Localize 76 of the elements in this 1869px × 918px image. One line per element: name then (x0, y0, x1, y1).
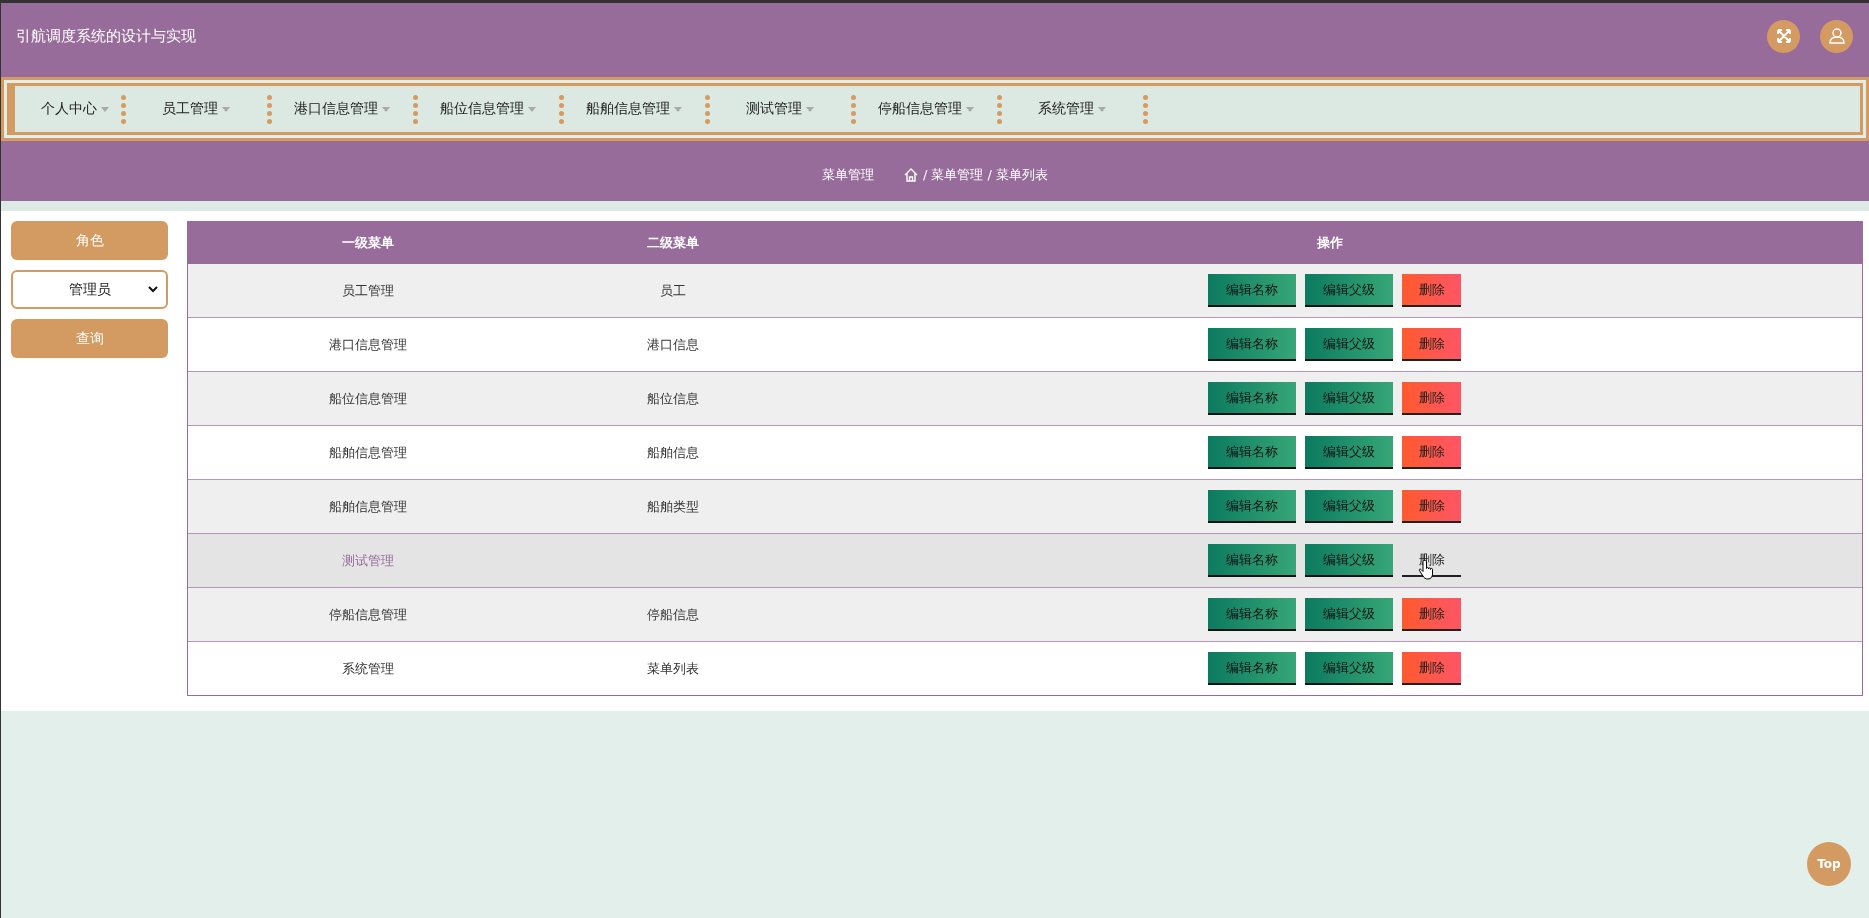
edit-name-button[interactable]: 编辑名称 (1208, 598, 1296, 631)
table-cell-text: 测试管理 (341, 551, 395, 570)
separator-dots-icon (412, 94, 418, 124)
edit-parent-button[interactable]: 编辑父级 (1305, 274, 1393, 307)
nav-item[interactable]: 测试管理 (746, 100, 814, 118)
table-cell-text: 员工管理 (341, 281, 395, 300)
breadcrumb-path: / 菜单管理 / 菜单列表 (922, 166, 1049, 184)
page-title: 菜单管理 (821, 166, 874, 184)
separator-dots-icon (850, 94, 856, 124)
table-cell-text: 停船信息管理 (328, 605, 408, 624)
delete-button[interactable]: 删除 (1402, 382, 1461, 415)
nav-item[interactable]: 系统管理 (1038, 100, 1106, 118)
nav-item[interactable]: 停船信息管理 (878, 100, 974, 118)
caret-icon (528, 106, 536, 112)
caret-icon (382, 106, 390, 112)
nav-item[interactable]: 船舶信息管理 (586, 100, 682, 118)
table-cell-text: 港口信息管理 (328, 335, 408, 354)
chevron-down-icon (148, 286, 158, 293)
edit-parent-button[interactable]: 编辑父级 (1305, 652, 1393, 685)
table-cell-text: 船舶类型 (646, 497, 700, 516)
caret-icon (222, 106, 230, 112)
edit-name-button[interactable]: 编辑名称 (1208, 328, 1296, 361)
role-label: 角色 (11, 221, 168, 260)
edit-name-button[interactable]: 编辑名称 (1208, 382, 1296, 415)
fullscreen-button[interactable] (1767, 19, 1800, 53)
table-cell-text: 船舶信息 (646, 443, 700, 462)
user-button[interactable] (1820, 19, 1853, 53)
edit-parent-button[interactable]: 编辑父级 (1305, 544, 1393, 577)
user-icon (1827, 27, 1846, 45)
separator-dots-icon (558, 94, 564, 124)
separator-dots-icon (996, 94, 1002, 124)
edit-name-button[interactable]: 编辑名称 (1208, 274, 1296, 307)
table-cell-text: 船舶信息管理 (328, 497, 408, 516)
table-cell-text: 船位信息 (646, 389, 700, 408)
edit-name-button[interactable]: 编辑名称 (1208, 436, 1296, 469)
edit-name-button[interactable]: 编辑名称 (1208, 652, 1296, 685)
table-cell-text: 菜单列表 (646, 659, 700, 678)
delete-button[interactable]: 删除 (1402, 490, 1461, 523)
nav-item[interactable]: 个人中心 (41, 100, 109, 118)
delete-button[interactable]: 删除 (1402, 328, 1461, 361)
caret-icon (1098, 106, 1106, 112)
table-cell-text: 系统管理 (341, 659, 395, 678)
app-title: 引航调度系统的设计与实现 (16, 26, 196, 46)
separator-dots-icon (704, 94, 710, 124)
caret-icon (966, 106, 974, 112)
edit-name-button[interactable]: 编辑名称 (1208, 490, 1296, 523)
separator-dots-icon (266, 94, 272, 124)
table-cell-text: 港口信息 (646, 335, 700, 354)
delete-button[interactable]: 删除 (1402, 652, 1461, 685)
edit-name-button[interactable]: 编辑名称 (1208, 544, 1296, 577)
table-cell-text: 员工 (659, 281, 687, 300)
column-header: 一级菜单 (341, 234, 395, 252)
table-cell-text: 停船信息 (646, 605, 700, 624)
edit-parent-button[interactable]: 编辑父级 (1305, 382, 1393, 415)
caret-icon (806, 106, 814, 112)
caret-icon (674, 106, 682, 112)
separator-dots-icon (120, 94, 126, 124)
nav-item[interactable]: 员工管理 (162, 100, 230, 118)
edit-parent-button[interactable]: 编辑父级 (1305, 490, 1393, 523)
edit-parent-button[interactable]: 编辑父级 (1305, 328, 1393, 361)
nav-item[interactable]: 船位信息管理 (440, 100, 536, 118)
delete-button[interactable]: 删除 (1402, 598, 1461, 631)
column-header: 二级菜单 (646, 234, 700, 252)
delete-button[interactable]: 删除 (1402, 436, 1461, 469)
home-icon[interactable] (903, 168, 918, 182)
nav-item[interactable]: 港口信息管理 (294, 100, 390, 118)
fullscreen-icon (1775, 28, 1792, 44)
table-cell-text: 船位信息管理 (328, 389, 408, 408)
role-select[interactable]: 管理员 (11, 270, 168, 309)
separator-dots-icon (1142, 94, 1148, 124)
column-header: 操作 (1316, 234, 1344, 252)
edit-parent-button[interactable]: 编辑父级 (1305, 436, 1393, 469)
table-cell-text: 船舶信息管理 (328, 443, 408, 462)
delete-button[interactable]: 删除 (1402, 274, 1461, 307)
caret-icon (101, 106, 109, 112)
edit-parent-button[interactable]: 编辑父级 (1305, 598, 1393, 631)
